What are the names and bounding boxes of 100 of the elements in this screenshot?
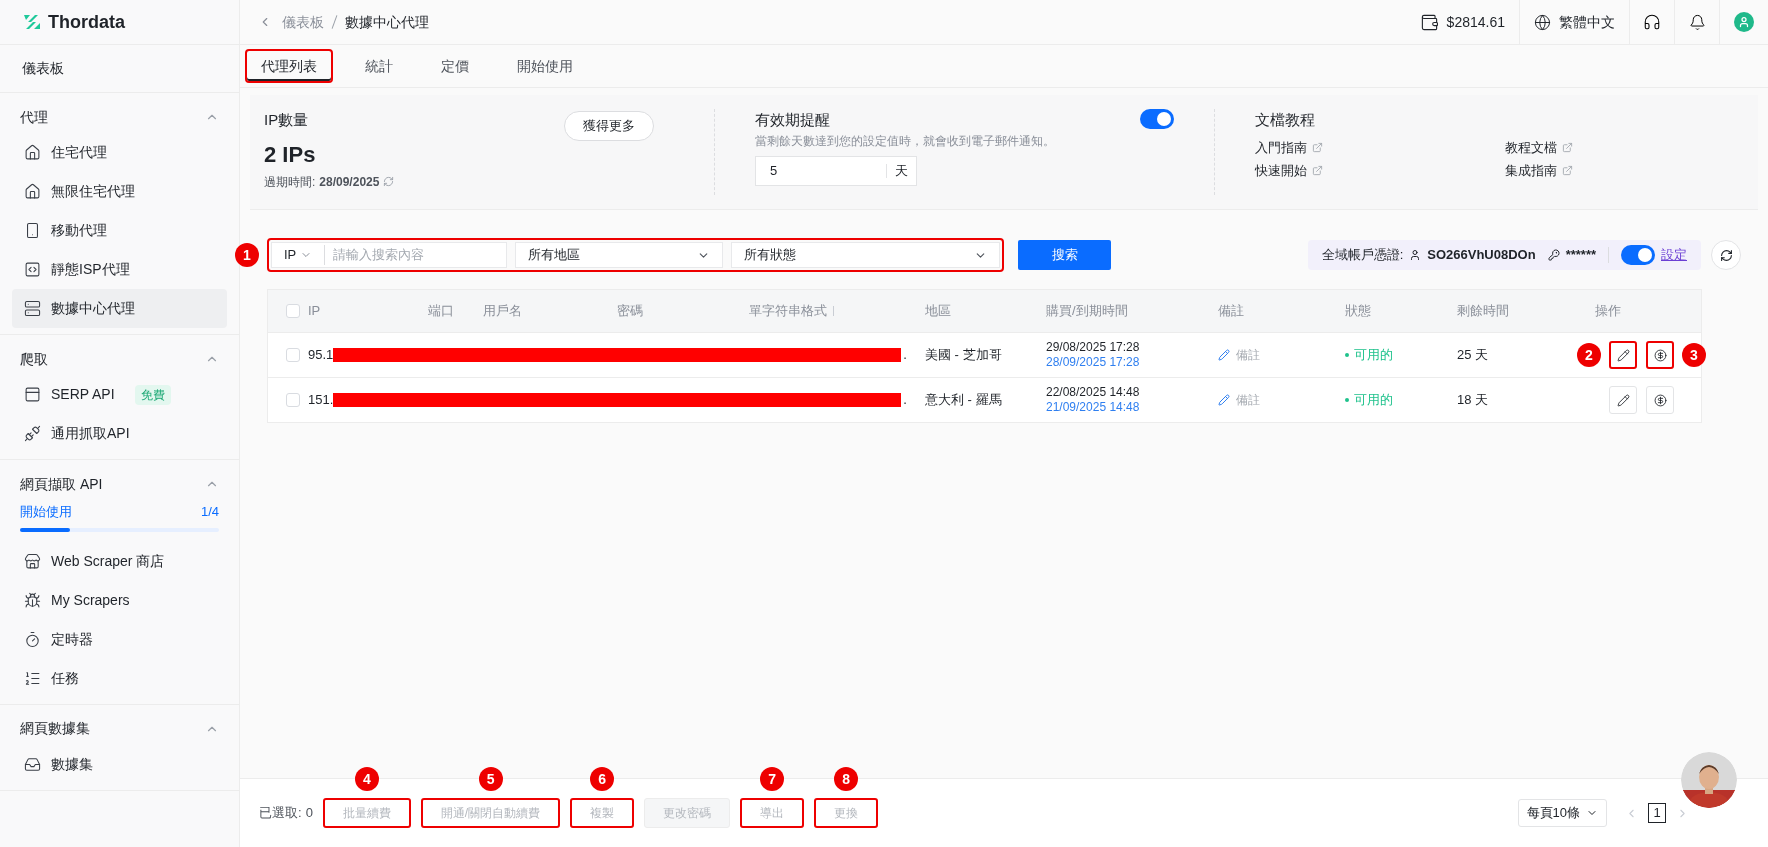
support-icon[interactable] — [1643, 13, 1661, 31]
dollar-icon — [1653, 348, 1667, 362]
renew-button[interactable] — [1646, 386, 1674, 414]
ip-cell-text: 95.1 — [308, 346, 334, 365]
key-icon — [1547, 249, 1560, 261]
doc-link[interactable]: 入門指南 — [1255, 137, 1505, 157]
external-link-icon — [1312, 165, 1323, 177]
expiry-time: 28/09/2025 17:28 — [1046, 355, 1141, 370]
column-header: 單字符串格式 — [749, 301, 925, 321]
get-more-button[interactable]: 獲得更多 — [564, 111, 654, 141]
region-cell-text: 意大利 - 羅馬 — [925, 391, 1002, 410]
days-field[interactable]: 5 天 — [755, 155, 917, 186]
reminder-title: 有效期提醒 — [755, 110, 831, 130]
page-size-select[interactable]: 每頁10條 — [1517, 799, 1607, 827]
progress-count: 1/4 — [200, 503, 219, 521]
sidebar-item[interactable]: 儀表板 — [22, 58, 64, 79]
expiry-date: 28/09/2025 — [319, 173, 380, 191]
settings-link[interactable]: 設定 — [1661, 245, 1687, 265]
selected-count: 0 — [305, 804, 313, 823]
column-header: 地區 — [925, 302, 952, 321]
callout-number: 1 — [235, 243, 259, 267]
expiry-label: 過期時間: — [264, 173, 316, 191]
external-link-icon — [1562, 141, 1573, 153]
status-select[interactable]: 所有狀態 — [731, 242, 1000, 268]
region-select[interactable]: 所有地區 — [515, 242, 723, 268]
doc-link[interactable]: 教程文檔 — [1505, 137, 1705, 157]
password: ****** — [1565, 246, 1596, 265]
house-icon — [24, 183, 41, 200]
sidebar-item[interactable]: 定時器 — [12, 619, 227, 659]
tab[interactable]: 統計 — [349, 49, 409, 83]
ip-count: 2 IPs — [264, 140, 317, 169]
user-icon — [1409, 249, 1422, 261]
toggle-switch[interactable] — [1621, 245, 1655, 265]
globe-icon — [1534, 13, 1551, 31]
house-icon — [24, 144, 41, 161]
section-header[interactable]: 爬取 — [0, 343, 239, 375]
reminder-description: 當剩餘天數達到您的設定值時，就會收到電子郵件通知。 — [755, 132, 1055, 150]
tab[interactable]: 開始使用 — [501, 49, 589, 83]
remaining-cell-text: 18 天 — [1457, 391, 1489, 410]
search-type-select[interactable]: IP — [272, 245, 326, 265]
column-header: 端口 — [428, 302, 455, 321]
sidebar-item[interactable]: 數據集 — [12, 744, 227, 784]
checkbox[interactable] — [286, 348, 300, 362]
dollar-icon — [1653, 393, 1667, 407]
timer-icon — [24, 630, 41, 648]
doc-link[interactable]: 集成指南 — [1505, 161, 1705, 181]
sidebar-item[interactable]: My Scrapers — [12, 580, 227, 620]
search-field[interactable]: IP 請輸入搜索內容 — [271, 242, 507, 268]
column-header: 剩餘時間 — [1457, 302, 1510, 321]
table-cell-text: . — [903, 391, 907, 410]
balance: $2814.61 — [1446, 12, 1505, 32]
section-header[interactable]: 網頁擷取 API — [0, 468, 239, 500]
tab[interactable]: 代理列表 — [245, 49, 333, 83]
search-button[interactable]: 搜索 — [1018, 240, 1111, 270]
sidebar-item[interactable]: 移動代理 — [12, 211, 227, 250]
callout-number: 2 — [1577, 343, 1601, 367]
panel-icon — [24, 386, 41, 403]
sidebar-item[interactable]: 任務 — [12, 658, 227, 698]
sidebar-item[interactable]: 數據中心代理 — [12, 289, 227, 328]
page-number[interactable]: 1 — [1648, 803, 1666, 823]
refresh-button[interactable] — [1711, 240, 1741, 270]
refresh-icon[interactable] — [383, 176, 395, 187]
progress-label[interactable]: 開始使用 — [20, 502, 72, 522]
plug-icon — [24, 425, 41, 442]
docs-title: 文檔教程 — [1255, 110, 1316, 130]
doc-link[interactable]: 快速開始 — [1255, 161, 1505, 181]
callout-number: 7 — [760, 767, 785, 791]
code-window-icon — [24, 261, 41, 278]
notification-icon[interactable] — [1688, 13, 1706, 31]
inbox-icon — [24, 755, 41, 773]
remaining-cell-text: 25 天 — [1457, 346, 1489, 365]
pencil-icon — [1616, 393, 1630, 407]
pencil-icon — [1616, 348, 1630, 362]
toggle-switch[interactable] — [1140, 109, 1174, 129]
column-header: 密碼 — [617, 302, 644, 321]
region-cell-text: 美國 - 芝加哥 — [925, 346, 1002, 365]
callout-number: 3 — [1682, 343, 1706, 367]
section-header[interactable]: 網頁數據集 — [0, 712, 239, 745]
sidebar-item[interactable]: 無限住宅代理 — [12, 172, 227, 211]
column-header: 備註 — [1218, 302, 1245, 321]
checkbox[interactable] — [286, 393, 300, 407]
sidebar-item[interactable]: 住宅代理 — [12, 133, 227, 172]
section-header[interactable]: 代理 — [0, 101, 239, 133]
edit-button[interactable] — [1609, 386, 1637, 414]
user-avatar[interactable] — [1734, 12, 1754, 32]
free-badge: 免費 — [134, 384, 171, 405]
sidebar-item[interactable]: 通用抓取API — [12, 414, 227, 453]
checkbox[interactable] — [286, 304, 300, 318]
callout-number: 5 — [478, 767, 503, 791]
column-header: 狀態 — [1345, 302, 1372, 321]
sidebar-item[interactable]: 靜態ISP代理 — [12, 250, 227, 289]
store-icon — [24, 552, 41, 570]
sidebar-item[interactable]: Web Scraper 商店 — [12, 541, 227, 581]
sidebar-item[interactable]: SERP API 免費 — [12, 375, 227, 414]
tab[interactable]: 定價 — [425, 49, 485, 83]
server-icon — [24, 300, 41, 317]
refresh-icon — [1719, 248, 1733, 262]
callout-number: 4 — [354, 767, 379, 791]
language-selector[interactable]: 繁體中文 — [1520, 0, 1630, 44]
username: SO266VhU08DOn — [1427, 246, 1536, 265]
